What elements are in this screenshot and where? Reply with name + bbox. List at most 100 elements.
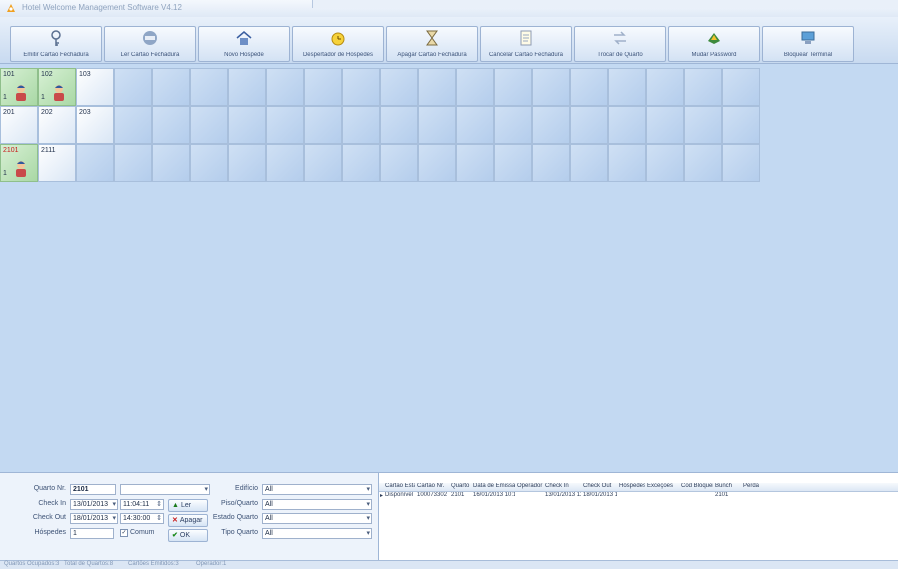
room-tile-2111[interactable]: 2111 — [38, 144, 76, 182]
room-tile-202[interactable]: 202 — [38, 106, 76, 144]
toolbar-button-label: Novo Hospede — [224, 52, 264, 58]
empty-room-slot — [570, 68, 608, 106]
column-header[interactable]: Perda — [743, 483, 765, 489]
common-checkbox[interactable]: ✓ — [120, 529, 128, 537]
chevron-down-icon: ▾ — [366, 515, 370, 522]
checkin-label: Check In — [38, 500, 66, 507]
bottom-panel: Quarto Nr. 2101 ▾ Check In 13/01/2013 ▾ 1… — [0, 472, 898, 561]
column-header[interactable]: Cartão Nr. — [417, 483, 449, 489]
table-header: Cartão EstadoCartão Nr.Quarto Nr.Data de… — [379, 483, 898, 492]
room-tile-101[interactable]: 101 1 — [0, 68, 38, 106]
checkout-time-stepper[interactable]: 14:30:00 ⇕ — [120, 513, 164, 524]
chevron-down-icon: ▾ — [112, 501, 116, 508]
toolbar-button-3[interactable]: Novo Hospede — [198, 26, 290, 62]
column-header[interactable]: Quarto Nr. — [451, 483, 471, 489]
chevron-down-icon: ▾ — [112, 515, 116, 522]
toolbar-button-5[interactable]: Apagar Cartão Fechadura — [386, 26, 478, 62]
toolbar-button-2[interactable]: Ler Cartão Fechadura — [104, 26, 196, 62]
status-item: Operador:1 — [196, 561, 227, 567]
column-header[interactable]: Check In — [545, 483, 581, 489]
room-type-label: Tipo Quarto — [221, 529, 258, 536]
empty-room-slot — [646, 68, 684, 106]
toolbar-button-7[interactable]: Trocar de Quarto — [574, 26, 666, 62]
home-icon — [236, 31, 252, 45]
empty-room-slot — [570, 106, 608, 144]
column-header[interactable]: Cod Bloqueio — [681, 483, 713, 489]
room-number-input[interactable]: 2101 — [70, 484, 116, 495]
key-icon — [51, 30, 61, 46]
empty-room-slot — [266, 106, 304, 144]
room-number: 102 — [41, 71, 53, 78]
empty-room-slot — [418, 106, 456, 144]
empty-room-slot — [114, 144, 152, 182]
empty-room-slot — [152, 68, 190, 106]
toolbar-button-label: Apagar Cartão Fechadura — [397, 52, 467, 58]
guest-count: 1 — [3, 170, 7, 177]
column-header[interactable]: Cartão Estado — [385, 483, 415, 489]
toolbar-button-8[interactable]: Mudar Password — [668, 26, 760, 62]
delete-button[interactable]: ✕ Apagar — [168, 514, 208, 527]
toolbar-button-label: Bloquear Terminal — [783, 52, 833, 58]
card-table: Cartão EstadoCartão Nr.Quarto Nr.Data de… — [378, 473, 898, 561]
ok-button[interactable]: ✔ OK — [168, 529, 208, 542]
empty-room-slot — [608, 68, 646, 106]
table-cell: 100073302 — [417, 492, 448, 498]
status-item: Cartões Emitidos:3 — [128, 561, 179, 567]
spin-icon: ⇕ — [156, 501, 162, 508]
empty-room-slot — [684, 68, 722, 106]
room-tile-201[interactable]: 201 — [0, 106, 38, 144]
checkin-date-picker[interactable]: 13/01/2013 ▾ — [70, 499, 118, 510]
empty-room-slot — [380, 106, 418, 144]
empty-room-slot — [608, 144, 646, 182]
room-type-select[interactable]: All ▾ — [262, 528, 372, 539]
persons-input[interactable]: 1 — [70, 528, 114, 539]
empty-room-slot — [418, 144, 456, 182]
room-tile-203[interactable]: 203 — [76, 106, 114, 144]
column-header[interactable]: Operador — [517, 483, 543, 489]
toolbar-button-6[interactable]: Cancelar Cartão Fechadura — [480, 26, 572, 62]
empty-room-slot — [684, 106, 722, 144]
column-header[interactable]: Hóspedes — [619, 483, 645, 489]
empty-room-slot — [418, 68, 456, 106]
app-logo-icon — [7, 4, 15, 12]
empty-room-slot — [532, 68, 570, 106]
status-item: Total de Quartos:8 — [64, 561, 114, 567]
empty-room-slot — [342, 106, 380, 144]
column-header[interactable]: Data de Emissão — [473, 483, 515, 489]
column-header[interactable]: Exceções — [647, 483, 679, 489]
floor-select[interactable]: All ▾ — [262, 499, 372, 510]
room-extra-select[interactable]: ▾ — [120, 484, 210, 495]
checkin-time-stepper[interactable]: 11:04:11 ⇕ — [120, 499, 164, 510]
room-tile-2101[interactable]: 2101 1 — [0, 144, 38, 182]
column-header[interactable]: Check Out — [583, 483, 617, 489]
building-label: Edifício — [235, 485, 258, 492]
status-item: Quartos Ocupados:3 — [4, 561, 60, 567]
room-tile-103[interactable]: 103 — [76, 68, 114, 106]
empty-room-slot — [532, 144, 570, 182]
toolbar-button-4[interactable]: Despertador de Hospedes — [292, 26, 384, 62]
empty-room-slot — [190, 106, 228, 144]
room-tile-102[interactable]: 102 1 — [38, 68, 76, 106]
guest-count: 1 — [3, 94, 7, 101]
checkout-date-picker[interactable]: 18/01/2013 ▾ — [70, 513, 118, 524]
read-icon: ▲ — [172, 502, 179, 509]
empty-room-slot — [152, 106, 190, 144]
room-state-select[interactable]: All ▾ — [262, 513, 372, 524]
empty-room-slot — [228, 68, 266, 106]
toolbar-button-9[interactable]: Bloquear Terminal — [762, 26, 854, 62]
guest-icon — [16, 85, 26, 101]
table-row[interactable]: ▸Disponível100073302210116/01/2013 10:12… — [379, 492, 898, 500]
delete-icon: ✕ — [172, 517, 178, 524]
empty-room-slot — [228, 106, 266, 144]
toolbar-button-1[interactable]: Emitir Cartão Fechadura — [10, 26, 102, 62]
empty-room-slot — [114, 106, 152, 144]
toolbar-button-label: Emitir Cartão Fechadura — [23, 52, 89, 58]
read-button[interactable]: ▲ Ler — [168, 499, 208, 512]
hourglass-icon — [426, 30, 438, 46]
table-cell: 2101 — [451, 492, 465, 498]
checkout-label: Check Out — [32, 514, 66, 521]
column-header[interactable]: Bunch — [715, 483, 741, 489]
building-select[interactable]: All ▾ — [262, 484, 372, 495]
empty-room-slot — [380, 68, 418, 106]
window-title: Hotel Welcome Management Software V4.12 — [22, 3, 182, 12]
